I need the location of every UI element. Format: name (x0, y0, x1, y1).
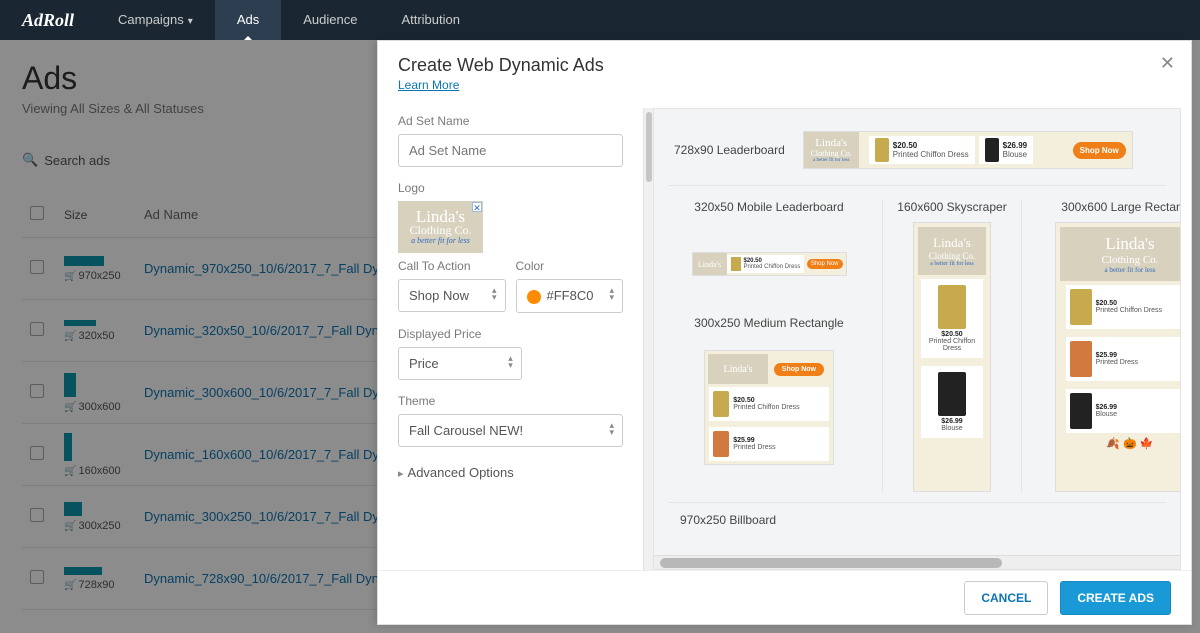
chevrons-icon: ▴▾ (609, 422, 614, 436)
preview-300x250: Linda's Shop Now $20.50Printed Chiffon D… (704, 350, 834, 465)
nav-campaigns[interactable]: Campaigns (96, 0, 215, 40)
preview-label-160: 160x600 Skyscraper (897, 200, 1006, 214)
color-select[interactable]: #FF8C0▴▾ (516, 279, 624, 313)
logo-thumbnail[interactable]: Linda's Clothing Co. a better fit for le… (398, 201, 483, 253)
preview-label-300x600: 300x600 Large Rectangle (1061, 200, 1181, 214)
cta-select[interactable]: Shop Now▴▾ (398, 279, 506, 312)
label-price: Displayed Price (398, 327, 623, 341)
chevrons-icon: ▴▾ (508, 355, 513, 369)
label-logo: Logo (398, 181, 623, 195)
modal-title: Create Web Dynamic Ads (398, 55, 1171, 76)
preview-column: 728x90 Leaderboard Linda'sClothing Co.a … (653, 108, 1181, 570)
label-theme: Theme (398, 394, 623, 408)
label-cta: Call To Action (398, 259, 506, 273)
modal-footer: CANCEL CREATE ADS (378, 570, 1191, 624)
nav-audience[interactable]: Audience (281, 0, 379, 40)
preview-label-728: 728x90 Leaderboard (674, 143, 785, 157)
form-scrollbar[interactable] (643, 108, 653, 570)
cancel-button[interactable]: CANCEL (964, 581, 1048, 615)
preview-728x90: Linda'sClothing Co.a better fit for less… (803, 131, 1133, 169)
chevrons-icon: ▴▾ (609, 287, 614, 301)
modal-body: Ad Set Name Logo Linda's Clothing Co. a … (378, 98, 1191, 570)
label-adset-name: Ad Set Name (398, 114, 623, 128)
color-swatch (527, 290, 541, 304)
label-color: Color (516, 259, 624, 273)
preview-300x600: Linda'sClothing Co.a better fit for less… (1055, 222, 1181, 492)
adset-name-input[interactable] (398, 134, 623, 167)
create-ads-modal: Create Web Dynamic Ads Learn More ✕ Ad S… (377, 40, 1192, 625)
learn-more-link[interactable]: Learn More (398, 78, 459, 92)
brand-logo: AdRoll (0, 10, 96, 31)
advanced-options-toggle[interactable]: Advanced Options (398, 465, 623, 480)
preview-160x600: Linda'sClothing Co.a better fit for less… (913, 222, 991, 492)
nav-attribution[interactable]: Attribution (379, 0, 482, 40)
nav-ads[interactable]: Ads (215, 0, 281, 40)
remove-logo-icon[interactable]: ✕ (472, 202, 482, 212)
preview-label-970: 970x250 Billboard (668, 502, 1166, 529)
chevrons-icon: ▴▾ (492, 287, 497, 301)
preview-scrollbar-x[interactable] (654, 555, 1180, 569)
modal-header: Create Web Dynamic Ads Learn More ✕ (378, 41, 1191, 98)
theme-select[interactable]: Fall Carousel NEW!▴▾ (398, 414, 623, 447)
create-ads-button[interactable]: CREATE ADS (1060, 581, 1171, 615)
preview-label-300x250: 300x250 Medium Rectangle (694, 316, 843, 330)
preview-label-320: 320x50 Mobile Leaderboard (694, 200, 843, 214)
close-icon[interactable]: ✕ (1160, 53, 1175, 74)
top-nav: AdRoll Campaigns Ads Audience Attributio… (0, 0, 1200, 40)
form-column: Ad Set Name Logo Linda's Clothing Co. a … (378, 108, 643, 570)
price-select[interactable]: Price▴▾ (398, 347, 522, 380)
preview-320x50: Linda's $20.50Printed Chiffon Dress Shop… (692, 252, 847, 276)
